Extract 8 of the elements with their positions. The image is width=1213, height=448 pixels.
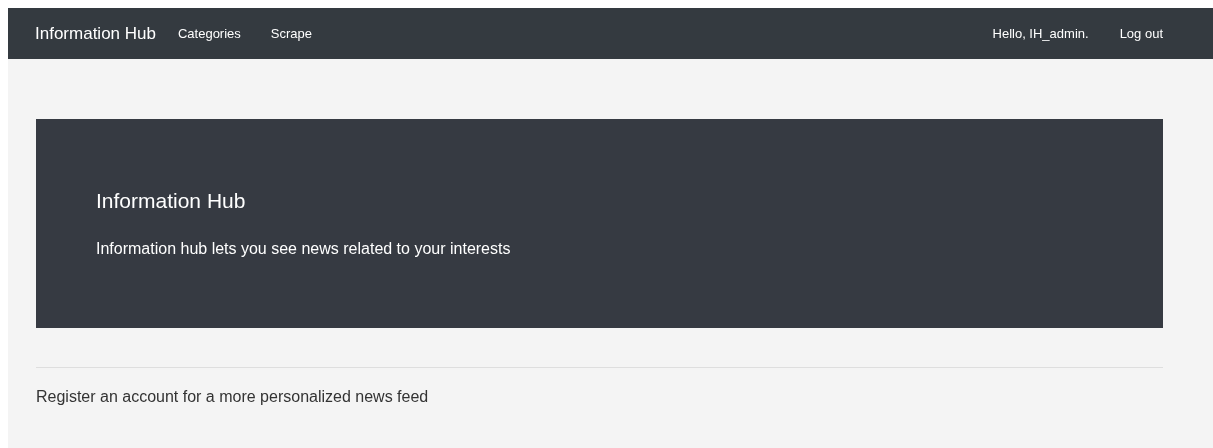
nav-link[interactable]: Categories (177, 26, 241, 41)
jumbotron-lead: Information hub lets you see news related to your interests (96, 240, 512, 258)
nav-link[interactable]: Scrape (270, 26, 313, 41)
brand-link[interactable]: Information Hub (35, 23, 156, 44)
register-message: Register an account for a more personalized news feed (36, 388, 430, 406)
logout-link[interactable]: Log out (1119, 26, 1163, 41)
jumbotron-title: Information Hub (96, 189, 247, 213)
greeting-text: Hello, IH_admin. (992, 26, 1089, 41)
